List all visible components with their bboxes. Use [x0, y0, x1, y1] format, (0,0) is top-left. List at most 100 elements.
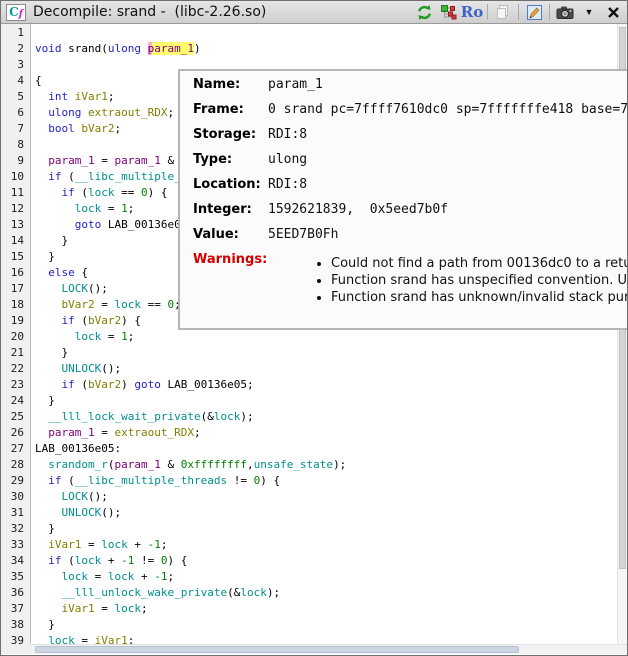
code-token: ; [128, 330, 135, 343]
code-token: iVar1 [62, 602, 95, 615]
code-line[interactable]: 27LAB_00136e05: [1, 442, 617, 458]
refresh-icon[interactable] [415, 3, 433, 21]
code-token: ) { [168, 554, 188, 567]
code-line[interactable]: 23 if (bVar2) goto LAB_00136e05; [1, 378, 617, 394]
tooltip-row: Frame:0 srand pc=7ffff7610dc0 sp=7ffffff… [193, 102, 627, 127]
code-token [81, 106, 88, 119]
code-line[interactable]: 21 } [1, 346, 617, 362]
code-token: == [115, 186, 142, 199]
code-line[interactable]: 39 lock = iVar1; [1, 634, 617, 644]
code-token [35, 298, 62, 311]
copy-icon[interactable] [494, 3, 512, 21]
code-token: != [227, 474, 254, 487]
code-token: -1 [121, 554, 134, 567]
code-token [35, 122, 48, 135]
code-text: lock = 1; [28, 202, 134, 218]
code-token: lock [48, 634, 75, 644]
scrollbar-corner [1, 644, 32, 654]
code-token [68, 90, 75, 103]
horizontal-scrollbar[interactable] [32, 644, 627, 654]
code-text: lock = lock + -1; [28, 570, 174, 586]
code-text: lock = iVar1; [28, 634, 134, 644]
code-token [35, 282, 62, 295]
code-token: ) [194, 42, 201, 55]
code-text: bool bVar2; [28, 122, 121, 138]
code-token: ; [168, 570, 175, 583]
code-token [35, 490, 62, 503]
code-token: __lll_unlock_wake_private [62, 586, 228, 599]
code-token: -1 [148, 538, 161, 551]
code-token: ; [167, 106, 174, 119]
code-text: goto LAB_00136e05; [28, 218, 194, 234]
toolbar: Ro [415, 3, 622, 21]
code-token: } [35, 346, 68, 359]
line-number: 16 [1, 266, 28, 282]
code-token: bVar2 [81, 122, 114, 135]
code-line[interactable]: 35 lock = lock + -1; [1, 570, 617, 586]
dropdown-arrow-icon[interactable]: ▼ [580, 3, 598, 21]
code-line[interactable]: 31 UNLOCK(); [1, 506, 617, 522]
edit-icon[interactable] [525, 3, 543, 21]
code-token: = [101, 202, 121, 215]
code-line[interactable]: 22 UNLOCK(); [1, 362, 617, 378]
code-line[interactable]: 30 LOCK(); [1, 490, 617, 506]
code-token: -1 [154, 570, 167, 583]
line-number: 29 [1, 474, 28, 490]
code-text: { [28, 74, 42, 90]
code-token: ( [62, 554, 75, 567]
code-line[interactable]: 37 iVar1 = lock; [1, 602, 617, 618]
code-token: = [95, 154, 115, 167]
code-line[interactable]: 1 [1, 26, 617, 42]
code-line[interactable]: 26 param_1 = extraout_RDX; [1, 426, 617, 442]
code-token: ( [75, 314, 88, 327]
code-text: LOCK(); [28, 282, 108, 298]
decompile-window: Cf Decompile: srand - (libc-2.26.so) [0, 0, 628, 656]
code-line[interactable]: 34 if (lock + -1 != 0) { [1, 554, 617, 570]
code-token: extraout_RDX [88, 106, 167, 119]
code-token [35, 378, 62, 391]
code-token: + [128, 538, 148, 551]
code-token: lock [75, 554, 102, 567]
code-line[interactable]: 24 } [1, 394, 617, 410]
code-token [35, 586, 62, 599]
code-token [35, 426, 48, 439]
titlebar: Cf Decompile: srand - (libc-2.26.so) [1, 1, 627, 24]
code-token: 0xffffffff [181, 458, 247, 471]
code-token: == [141, 298, 168, 311]
line-number: 9 [1, 154, 28, 170]
line-number: 20 [1, 330, 28, 346]
code-token: if [48, 554, 61, 567]
ro-button[interactable]: Ro [463, 3, 481, 21]
code-token: (); [88, 490, 108, 503]
line-number: 4 [1, 74, 28, 90]
code-line[interactable]: 36 __lll_unlock_wake_private(&lock); [1, 586, 617, 602]
code-token: = [95, 298, 115, 311]
code-token: = [95, 602, 115, 615]
code-line[interactable]: 28 srandom_r(param_1 & 0xffffffff,unsafe… [1, 458, 617, 474]
code-line[interactable]: 20 lock = 1; [1, 330, 617, 346]
code-line[interactable]: 29 if (__libc_multiple_threads != 0) { [1, 474, 617, 490]
code-line[interactable]: 32 } [1, 522, 617, 538]
code-line[interactable]: 38 } [1, 618, 617, 634]
code-line[interactable]: 25 __lll_lock_wait_private(&lock); [1, 410, 617, 426]
graph-icon[interactable] [439, 3, 457, 21]
line-number: 33 [1, 538, 28, 554]
code-token: LOCK [62, 282, 89, 295]
line-number: 30 [1, 490, 28, 506]
line-number: 15 [1, 250, 28, 266]
line-number: 39 [1, 634, 28, 644]
code-text: else { [28, 266, 88, 282]
horizontal-scrollbar-thumb[interactable] [35, 646, 519, 653]
code-line[interactable]: 33 iVar1 = lock + -1; [1, 538, 617, 554]
code-token: param_1 [114, 458, 160, 471]
snapshot-camera-icon[interactable] [556, 3, 574, 21]
code-line[interactable]: 2void srand(ulong param_1) [1, 42, 617, 58]
tooltip-label: Frame: [193, 102, 268, 117]
code-token: (); [101, 362, 121, 375]
code-text: UNLOCK(); [28, 506, 121, 522]
code-token: ) { [148, 186, 168, 199]
code-token: } [35, 250, 55, 263]
code-text: UNLOCK(); [28, 362, 121, 378]
warnings-label: Warnings: [193, 252, 268, 267]
close-icon[interactable] [604, 3, 622, 21]
